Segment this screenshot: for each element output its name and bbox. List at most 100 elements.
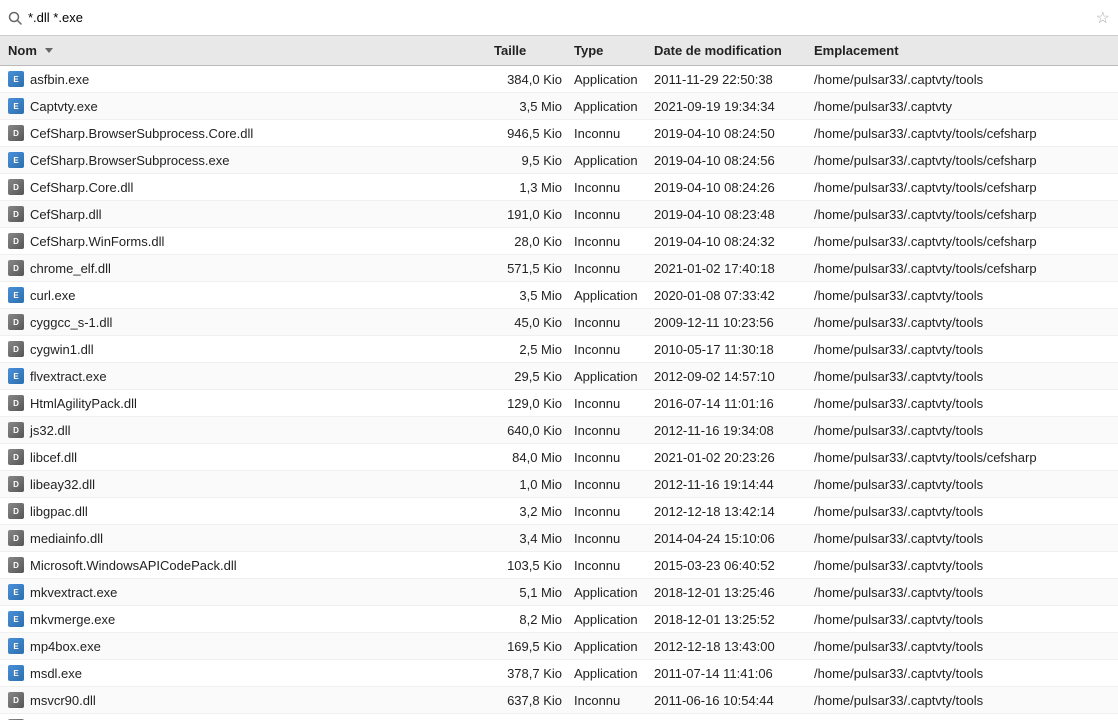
table-row[interactable]: D CefSharp.WinForms.dll 28,0 Kio Inconnu… xyxy=(0,228,1118,255)
file-icon: E xyxy=(8,287,24,303)
cell-date: 2021-01-02 17:40:18 xyxy=(650,261,810,276)
cell-date: 2012-12-18 13:43:00 xyxy=(650,639,810,654)
table-row[interactable]: D libeay32.dll 1,0 Mio Inconnu 2012-11-1… xyxy=(0,471,1118,498)
cell-type: Application xyxy=(570,72,650,87)
table-row[interactable]: D libgpac.dll 3,2 Mio Inconnu 2012-12-18… xyxy=(0,498,1118,525)
cell-type: Inconnu xyxy=(570,342,650,357)
file-icon: D xyxy=(8,503,24,519)
cell-date: 2019-04-10 08:24:26 xyxy=(650,180,810,195)
file-name: Captvty.exe xyxy=(30,99,98,114)
cell-date: 2019-04-10 08:24:32 xyxy=(650,234,810,249)
table-row[interactable]: E msdl.exe 378,7 Kio Application 2011-07… xyxy=(0,660,1118,687)
column-type[interactable]: Type xyxy=(570,43,650,58)
column-emplacement[interactable]: Emplacement xyxy=(810,43,1118,58)
cell-emplacement: /home/pulsar33/.captvty/tools/cefsharp xyxy=(810,207,1118,222)
table-row[interactable]: D cygwin1.dll 2,5 Mio Inconnu 2010-05-17… xyxy=(0,336,1118,363)
cell-date: 2012-12-18 13:42:14 xyxy=(650,504,810,519)
cell-nom: D mediainfo.dll xyxy=(0,530,490,546)
cell-emplacement: /home/pulsar33/.captvty xyxy=(810,99,1118,114)
file-icon: D xyxy=(8,395,24,411)
file-icon: E xyxy=(8,638,24,654)
cell-taille: 45,0 Kio xyxy=(490,315,570,330)
cell-nom: D CefSharp.WinForms.dll xyxy=(0,233,490,249)
column-nom[interactable]: Nom xyxy=(0,43,490,58)
table-row[interactable]: E flvextract.exe 29,5 Kio Application 20… xyxy=(0,363,1118,390)
file-name: asfbin.exe xyxy=(30,72,89,87)
table-row[interactable]: E CefSharp.BrowserSubprocess.exe 9,5 Kio… xyxy=(0,147,1118,174)
cell-type: Inconnu xyxy=(570,207,650,222)
cell-type: Application xyxy=(570,585,650,600)
cell-nom: D libcef.dll xyxy=(0,449,490,465)
table-row[interactable]: D CefSharp.BrowserSubprocess.Core.dll 94… xyxy=(0,120,1118,147)
table-row[interactable]: E Captvty.exe 3,5 Mio Application 2021-0… xyxy=(0,93,1118,120)
star-icon[interactable]: ☆ xyxy=(1096,8,1110,28)
file-icon: D xyxy=(8,260,24,276)
file-name: HtmlAgilityPack.dll xyxy=(30,396,137,411)
cell-date: 2011-07-14 11:41:06 xyxy=(650,666,810,681)
file-name: cygwin1.dll xyxy=(30,342,94,357)
cell-taille: 5,1 Mio xyxy=(490,585,570,600)
file-name: libeay32.dll xyxy=(30,477,95,492)
table-row[interactable]: D cyggcc_s-1.dll 45,0 Kio Inconnu 2009-1… xyxy=(0,309,1118,336)
table-row[interactable]: E mp4box.exe 169,5 Kio Application 2012-… xyxy=(0,633,1118,660)
file-name: libgpac.dll xyxy=(30,504,88,519)
cell-type: Inconnu xyxy=(570,477,650,492)
table-row[interactable]: D mediainfo.dll 3,4 Mio Inconnu 2014-04-… xyxy=(0,525,1118,552)
table-row[interactable]: D msvcr100.dll 752,3 Kio Inconnu 2010-03… xyxy=(0,714,1118,720)
file-name: CefSharp.Core.dll xyxy=(30,180,133,195)
cell-date: 2020-01-08 07:33:42 xyxy=(650,288,810,303)
cell-taille: 3,5 Mio xyxy=(490,99,570,114)
cell-date: 2012-09-02 14:57:10 xyxy=(650,369,810,384)
search-icon xyxy=(8,11,22,25)
cell-nom: E Captvty.exe xyxy=(0,98,490,114)
cell-date: 2019-04-10 08:24:56 xyxy=(650,153,810,168)
cell-date: 2019-04-10 08:23:48 xyxy=(650,207,810,222)
cell-type: Application xyxy=(570,288,650,303)
cell-taille: 191,0 Kio xyxy=(490,207,570,222)
table-row[interactable]: E curl.exe 3,5 Mio Application 2020-01-0… xyxy=(0,282,1118,309)
cell-date: 2011-06-16 10:54:44 xyxy=(650,693,810,708)
cell-emplacement: /home/pulsar33/.captvty/tools xyxy=(810,693,1118,708)
cell-emplacement: /home/pulsar33/.captvty/tools xyxy=(810,369,1118,384)
cell-type: Application xyxy=(570,639,650,654)
file-name: cyggcc_s-1.dll xyxy=(30,315,112,330)
column-date[interactable]: Date de modification xyxy=(650,43,810,58)
table-row[interactable]: D HtmlAgilityPack.dll 129,0 Kio Inconnu … xyxy=(0,390,1118,417)
column-taille[interactable]: Taille xyxy=(490,43,570,58)
table-row[interactable]: D CefSharp.dll 191,0 Kio Inconnu 2019-04… xyxy=(0,201,1118,228)
cell-type: Inconnu xyxy=(570,423,650,438)
table-row[interactable]: D msvcr90.dll 637,8 Kio Inconnu 2011-06-… xyxy=(0,687,1118,714)
file-name: mkvextract.exe xyxy=(30,585,117,600)
file-icon: D xyxy=(8,314,24,330)
table-row[interactable]: D CefSharp.Core.dll 1,3 Mio Inconnu 2019… xyxy=(0,174,1118,201)
table-row[interactable]: D Microsoft.WindowsAPICodePack.dll 103,5… xyxy=(0,552,1118,579)
cell-emplacement: /home/pulsar33/.captvty/tools xyxy=(810,396,1118,411)
table-row[interactable]: D js32.dll 640,0 Kio Inconnu 2012-11-16 … xyxy=(0,417,1118,444)
cell-date: 2019-04-10 08:24:50 xyxy=(650,126,810,141)
cell-taille: 9,5 Kio xyxy=(490,153,570,168)
table-row[interactable]: E mkvmerge.exe 8,2 Mio Application 2018-… xyxy=(0,606,1118,633)
cell-taille: 169,5 Kio xyxy=(490,639,570,654)
cell-taille: 571,5 Kio xyxy=(490,261,570,276)
table-body: E asfbin.exe 384,0 Kio Application 2011-… xyxy=(0,66,1118,720)
table-row[interactable]: D chrome_elf.dll 571,5 Kio Inconnu 2021-… xyxy=(0,255,1118,282)
table-row[interactable]: E asfbin.exe 384,0 Kio Application 2011-… xyxy=(0,66,1118,93)
table-row[interactable]: D libcef.dll 84,0 Mio Inconnu 2021-01-02… xyxy=(0,444,1118,471)
cell-nom: D CefSharp.Core.dll xyxy=(0,179,490,195)
file-name: CefSharp.WinForms.dll xyxy=(30,234,164,249)
file-icon: E xyxy=(8,665,24,681)
cell-date: 2014-04-24 15:10:06 xyxy=(650,531,810,546)
file-icon: D xyxy=(8,530,24,546)
cell-type: Application xyxy=(570,99,650,114)
table-row[interactable]: E mkvextract.exe 5,1 Mio Application 201… xyxy=(0,579,1118,606)
cell-date: 2016-07-14 11:01:16 xyxy=(650,396,810,411)
cell-taille: 84,0 Mio xyxy=(490,450,570,465)
cell-type: Inconnu xyxy=(570,558,650,573)
cell-emplacement: /home/pulsar33/.captvty/tools xyxy=(810,315,1118,330)
cell-type: Inconnu xyxy=(570,531,650,546)
file-name: flvextract.exe xyxy=(30,369,107,384)
search-input[interactable] xyxy=(28,10,1090,25)
file-icon: D xyxy=(8,206,24,222)
cell-type: Inconnu xyxy=(570,450,650,465)
file-name: CefSharp.BrowserSubprocess.exe xyxy=(30,153,229,168)
